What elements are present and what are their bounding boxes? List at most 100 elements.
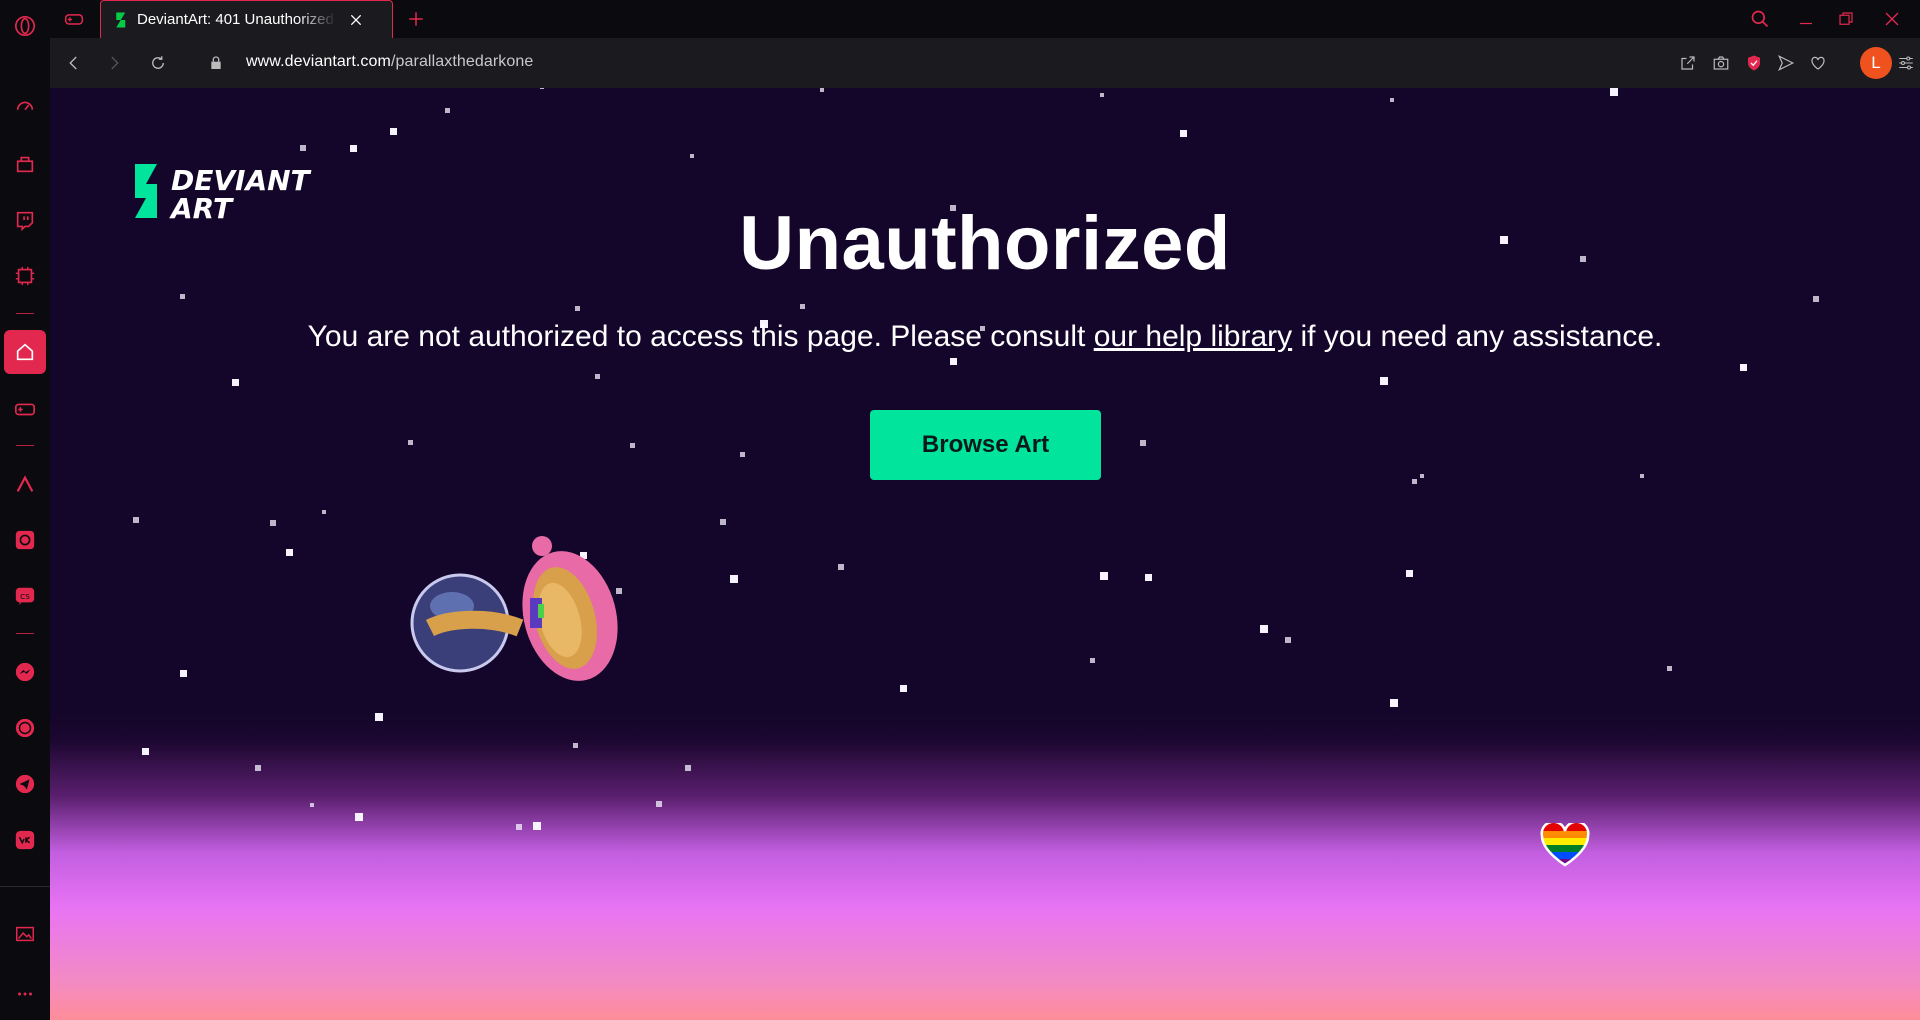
telegram-icon[interactable]: [0, 762, 50, 806]
star: [133, 517, 139, 523]
vk-icon[interactable]: [0, 818, 50, 862]
restore-icon[interactable]: [1832, 6, 1860, 32]
star: [685, 765, 691, 771]
search-tabs-icon[interactable]: [1746, 6, 1774, 32]
star: [820, 88, 824, 92]
rainbow-heart-icon: [1540, 823, 1590, 867]
star: [270, 520, 276, 526]
reload-icon[interactable]: [146, 51, 170, 75]
tab-close-icon[interactable]: [347, 11, 365, 29]
forward-icon[interactable]: [102, 51, 126, 75]
star: [255, 765, 261, 771]
snapshot-camera-icon[interactable]: [1709, 51, 1733, 75]
star: [300, 145, 306, 151]
star: [310, 803, 314, 807]
star: [375, 713, 383, 721]
star: [740, 452, 745, 457]
star: [1260, 625, 1268, 633]
tab-title: DeviantArt: 401 Unauthorized: [137, 11, 334, 28]
back-icon[interactable]: [62, 51, 86, 75]
games-icon[interactable]: [0, 387, 50, 431]
url-host: www.deviantart.com: [246, 53, 391, 70]
star: [1285, 637, 1291, 643]
tab-island-gamepad-icon[interactable]: [60, 8, 88, 30]
star: [575, 306, 580, 311]
star: [595, 374, 600, 379]
store-icon[interactable]: [0, 142, 50, 186]
wallpaper-icon[interactable]: [0, 912, 50, 956]
bookmark-heart-icon[interactable]: [1806, 51, 1830, 75]
message-text-before: You are not authorized to access this pa…: [307, 320, 1094, 353]
star: [1813, 296, 1819, 302]
star: [516, 824, 522, 830]
speed-dial-icon[interactable]: [0, 85, 50, 129]
gx-control-icon[interactable]: [0, 254, 50, 298]
star: [1640, 474, 1644, 478]
svg-text:CS: CS: [20, 592, 30, 601]
star: [1100, 93, 1104, 97]
deviantart-favicon-icon: [116, 12, 126, 27]
star: [322, 510, 326, 514]
twitch-icon[interactable]: [0, 198, 50, 242]
help-library-link[interactable]: our help library: [1094, 320, 1292, 353]
ad-blocker-shield-icon[interactable]: [1742, 51, 1766, 75]
tab-deviantart[interactable]: DeviantArt: 401 Unauthorized: [100, 0, 393, 38]
star: [656, 801, 662, 807]
star: [533, 822, 541, 830]
star: [1390, 699, 1398, 707]
star: [1406, 570, 1413, 577]
profile-avatar[interactable]: L: [1860, 47, 1892, 79]
more-icon[interactable]: [0, 972, 50, 1016]
star: [180, 670, 187, 677]
star: [445, 108, 450, 113]
share-icon[interactable]: [1676, 51, 1700, 75]
tab-strip: DeviantArt: 401 Unauthorized: [50, 0, 1920, 38]
star: [1412, 479, 1417, 484]
easy-setup-sliders-icon[interactable]: [1894, 51, 1918, 75]
messenger-icon[interactable]: [0, 650, 50, 694]
url-field[interactable]: www.deviantart.com/parallaxthedarkone: [246, 53, 533, 71]
minimize-icon[interactable]: [1792, 6, 1820, 32]
message-text-after: if you need any assistance.: [1292, 320, 1663, 353]
star: [1667, 666, 1672, 671]
opera-logo-icon[interactable]: [0, 4, 50, 48]
opera-sidebar: CS: [0, 0, 51, 1020]
star: [690, 154, 694, 158]
chatgpt-icon[interactable]: [0, 518, 50, 562]
home-icon[interactable]: [4, 330, 46, 374]
star: [355, 813, 363, 821]
star: [286, 549, 293, 556]
chatsonic-icon[interactable]: CS: [0, 574, 50, 618]
star: [1090, 658, 1095, 663]
send-icon[interactable]: [1774, 51, 1798, 75]
star: [1420, 474, 1424, 478]
star: [540, 88, 544, 89]
star: [408, 440, 413, 445]
star: [950, 358, 957, 365]
star: [1390, 98, 1394, 102]
new-tab-plus-icon[interactable]: [404, 7, 428, 31]
star: [838, 564, 844, 570]
url-path: /parallaxthedarkone: [390, 53, 534, 70]
star: [800, 304, 805, 309]
whatsapp-icon[interactable]: [0, 706, 50, 750]
star: [1380, 377, 1388, 385]
star: [180, 294, 185, 299]
browse-art-button[interactable]: Browse Art: [870, 410, 1101, 480]
star: [900, 685, 907, 692]
error-message: You are not authorized to access this pa…: [50, 320, 1920, 354]
star: [1610, 88, 1618, 96]
star: [630, 443, 635, 448]
aria-icon[interactable]: [0, 462, 50, 506]
star: [720, 519, 726, 525]
star: [390, 128, 397, 135]
star: [573, 743, 578, 748]
star: [142, 748, 149, 755]
star: [1100, 572, 1108, 580]
star: [1740, 364, 1747, 371]
close-window-icon[interactable]: [1878, 6, 1906, 32]
page-title: Unauthorized: [739, 201, 1231, 286]
lock-icon[interactable]: [204, 51, 228, 75]
star: [232, 379, 239, 386]
star: [730, 575, 738, 583]
